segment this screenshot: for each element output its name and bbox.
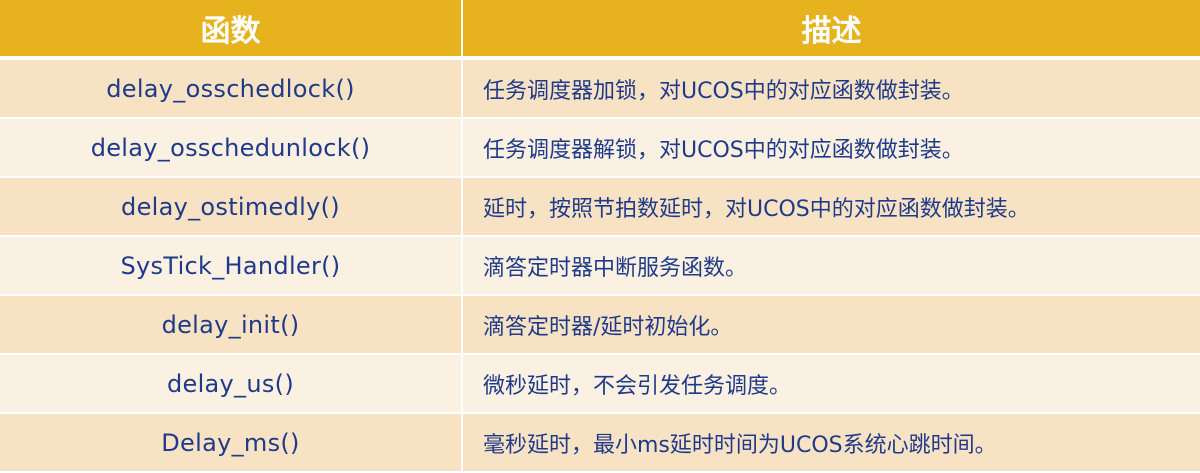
table-row: delay_us() 微秒延时，不会引发任务调度。 xyxy=(0,355,1200,414)
description-cell: 任务调度器解锁，对UCOS中的对应函数做封装。 xyxy=(463,119,1200,178)
description-cell: 任务调度器加锁，对UCOS中的对应函数做封装。 xyxy=(463,60,1200,119)
table-row: delay_ostimedly() 延时，按照节拍数延时，对UCOS中的对应函数… xyxy=(0,178,1200,237)
function-name-cell: SysTick_Handler() xyxy=(0,237,463,296)
function-table: 函数 描述 delay_osschedlock() 任务调度器加锁，对UCOS中… xyxy=(0,0,1200,473)
table-row: SysTick_Handler() 滴答定时器中断服务函数。 xyxy=(0,237,1200,296)
description-cell: 微秒延时，不会引发任务调度。 xyxy=(463,355,1200,414)
function-name-cell: delay_init() xyxy=(0,296,463,355)
description-cell: 毫秒延时，最小ms延时时间为UCOS系统心跳时间。 xyxy=(463,414,1200,473)
header-function: 函数 xyxy=(0,0,463,60)
function-name-cell: delay_osschedunlock() xyxy=(0,119,463,178)
header-description: 描述 xyxy=(463,0,1200,60)
function-name-cell: delay_ostimedly() xyxy=(0,178,463,237)
description-cell: 延时，按照节拍数延时，对UCOS中的对应函数做封装。 xyxy=(463,178,1200,237)
table-row: delay_init() 滴答定时器/延时初始化。 xyxy=(0,296,1200,355)
function-name-cell: delay_osschedlock() xyxy=(0,60,463,119)
table-row: Delay_ms() 毫秒延时，最小ms延时时间为UCOS系统心跳时间。 xyxy=(0,414,1200,473)
table-row: delay_osschedlock() 任务调度器加锁，对UCOS中的对应函数做… xyxy=(0,60,1200,119)
function-name-cell: Delay_ms() xyxy=(0,414,463,473)
table-row: delay_osschedunlock() 任务调度器解锁，对UCOS中的对应函… xyxy=(0,119,1200,178)
description-cell: 滴答定时器/延时初始化。 xyxy=(463,296,1200,355)
description-cell: 滴答定时器中断服务函数。 xyxy=(463,237,1200,296)
table-header-row: 函数 描述 xyxy=(0,0,1200,60)
function-name-cell: delay_us() xyxy=(0,355,463,414)
